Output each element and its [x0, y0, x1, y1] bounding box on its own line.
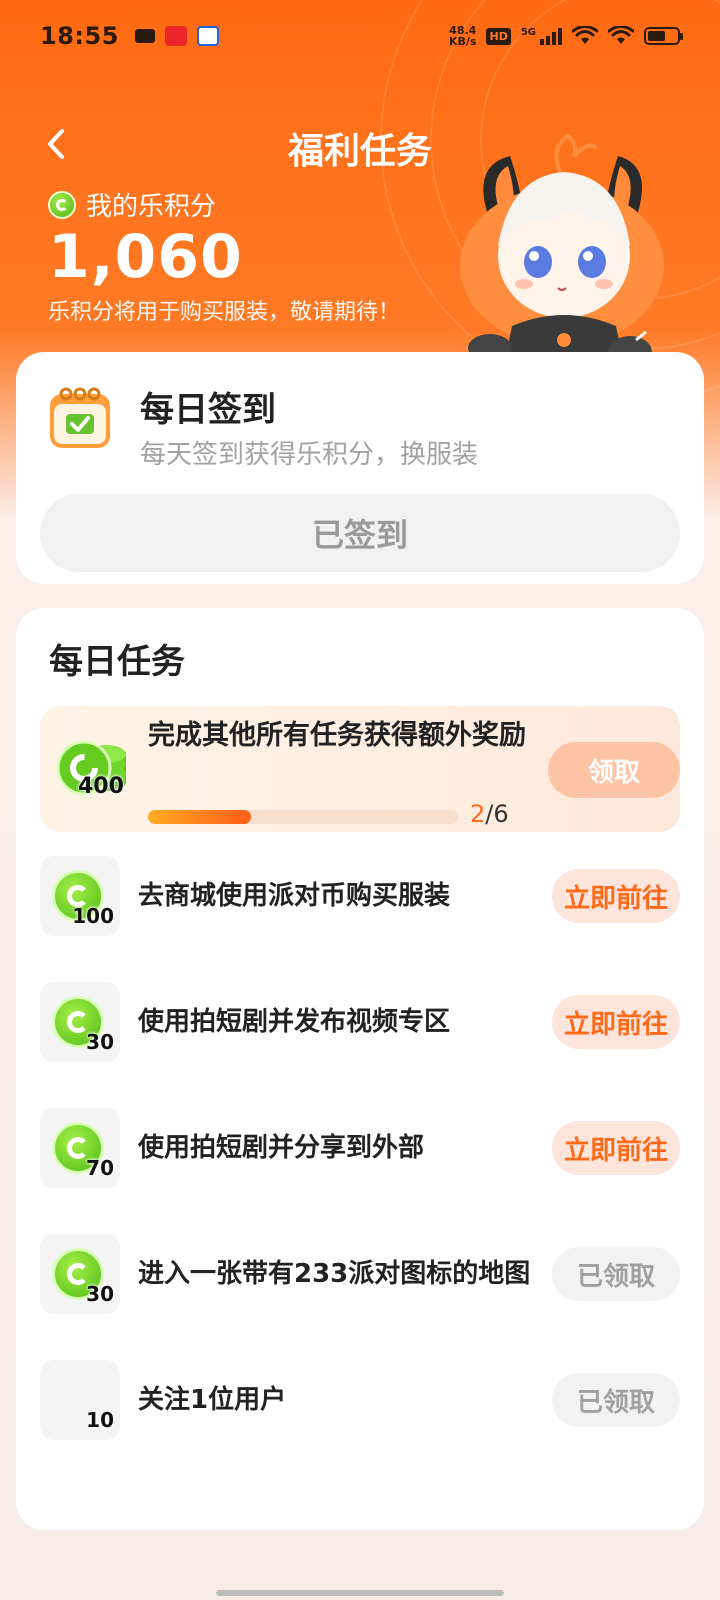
- checkin-title: 每日签到: [140, 390, 276, 430]
- task-row: 30 进入一张带有233派对图标的地图 已领取: [40, 1234, 680, 1314]
- go-now-button[interactable]: 立即前往: [552, 1121, 680, 1175]
- wifi-icon: [572, 26, 598, 44]
- daily-tasks-title: 每日任务: [49, 642, 185, 682]
- checked-in-button[interactable]: 已签到: [40, 494, 680, 572]
- task-label: 使用拍短剧并发布视频专区: [138, 1007, 451, 1037]
- bonus-progress-bar: [148, 810, 458, 824]
- points-coin-icon: [48, 190, 76, 219]
- baidu-notification-icon: [196, 26, 219, 46]
- task-reward-icon: 70: [40, 1108, 120, 1188]
- task-reward-amount: 70: [86, 1156, 114, 1180]
- task-label: 进入一张带有233派对图标的地图: [138, 1259, 531, 1289]
- hd-icon: HD: [486, 27, 511, 45]
- task-reward-icon: 30: [40, 1234, 120, 1314]
- bonus-progress-text: 2/6: [470, 800, 509, 828]
- progress-current: 2: [470, 800, 486, 828]
- bonus-progress-fill: [148, 810, 252, 824]
- go-now-button[interactable]: 立即前往: [552, 869, 680, 923]
- task-label: 去商城使用派对币购买服装: [138, 881, 451, 911]
- bonus-reward-amount: 400: [78, 774, 124, 799]
- task-reward-amount: 10: [86, 1408, 114, 1432]
- mascot-character-illustration: [460, 133, 664, 376]
- points-value: 1,060: [48, 222, 243, 292]
- task-row: 70 使用拍短剧并分享到外部 立即前往: [40, 1108, 680, 1188]
- points-label: 我的乐积分: [86, 192, 217, 222]
- notification-icons: [134, 26, 219, 46]
- claimed-button[interactable]: 已领取: [552, 1247, 680, 1301]
- task-reward-amount: 100: [72, 904, 114, 928]
- bonus-task-text: 完成其他所有任务获得额外奖励: [148, 720, 526, 751]
- battery-level: [648, 31, 665, 41]
- claim-bonus-button[interactable]: 领取: [548, 742, 680, 798]
- status-right-icons: 48.4 KB/s HD 5G: [449, 24, 683, 48]
- status-bar: 18:55 48.4 KB/s HD 5G: [0, 0, 720, 72]
- cellular-signal-icon: 5G: [521, 27, 562, 45]
- daily-checkin-card: 每日签到 每天签到获得乐积分，换服装 已签到: [16, 352, 704, 584]
- battery-icon: [644, 27, 683, 45]
- task-reward-icon: 100: [40, 856, 120, 936]
- task-row: 30 使用拍短剧并发布视频专区 立即前往: [40, 982, 680, 1062]
- network-speed: 48.4 KB/s: [449, 24, 477, 48]
- wifi-secondary-icon: [608, 26, 634, 44]
- task-reward-amount: 30: [86, 1282, 114, 1306]
- status-time: 18:55: [40, 22, 119, 50]
- task-row: 10 关注1位用户 已领取: [40, 1360, 680, 1440]
- bonus-task-box: 400 完成其他所有任务获得额外奖励 2/6 领取: [40, 706, 680, 832]
- task-label: 关注1位用户: [138, 1385, 287, 1415]
- task-reward-amount: 30: [86, 1030, 114, 1054]
- home-indicator[interactable]: [216, 1590, 504, 1596]
- task-reward-icon: 30: [40, 982, 120, 1062]
- task-reward-icon: 10: [40, 1360, 120, 1440]
- task-row: 100 去商城使用派对币购买服装 立即前往: [40, 856, 680, 936]
- claimed-button[interactable]: 已领取: [552, 1373, 680, 1427]
- task-label: 使用拍短剧并分享到外部: [138, 1133, 425, 1163]
- points-label-row: 我的乐积分: [48, 186, 216, 223]
- progress-total: /6: [485, 800, 509, 828]
- daily-tasks-card: 每日任务 400 完成其他所有任务获得额外奖励 2/6 领取 100 去商城使用派…: [16, 608, 704, 1530]
- calendar-check-icon: [50, 387, 110, 448]
- go-now-button[interactable]: 立即前往: [552, 995, 680, 1049]
- video-camera-icon: [134, 29, 155, 43]
- checkin-subtitle: 每天签到获得乐积分，换服装: [140, 440, 479, 470]
- points-note: 乐积分将用于购买服装，敬请期待！: [48, 300, 401, 325]
- app-notification-icon: [164, 26, 187, 46]
